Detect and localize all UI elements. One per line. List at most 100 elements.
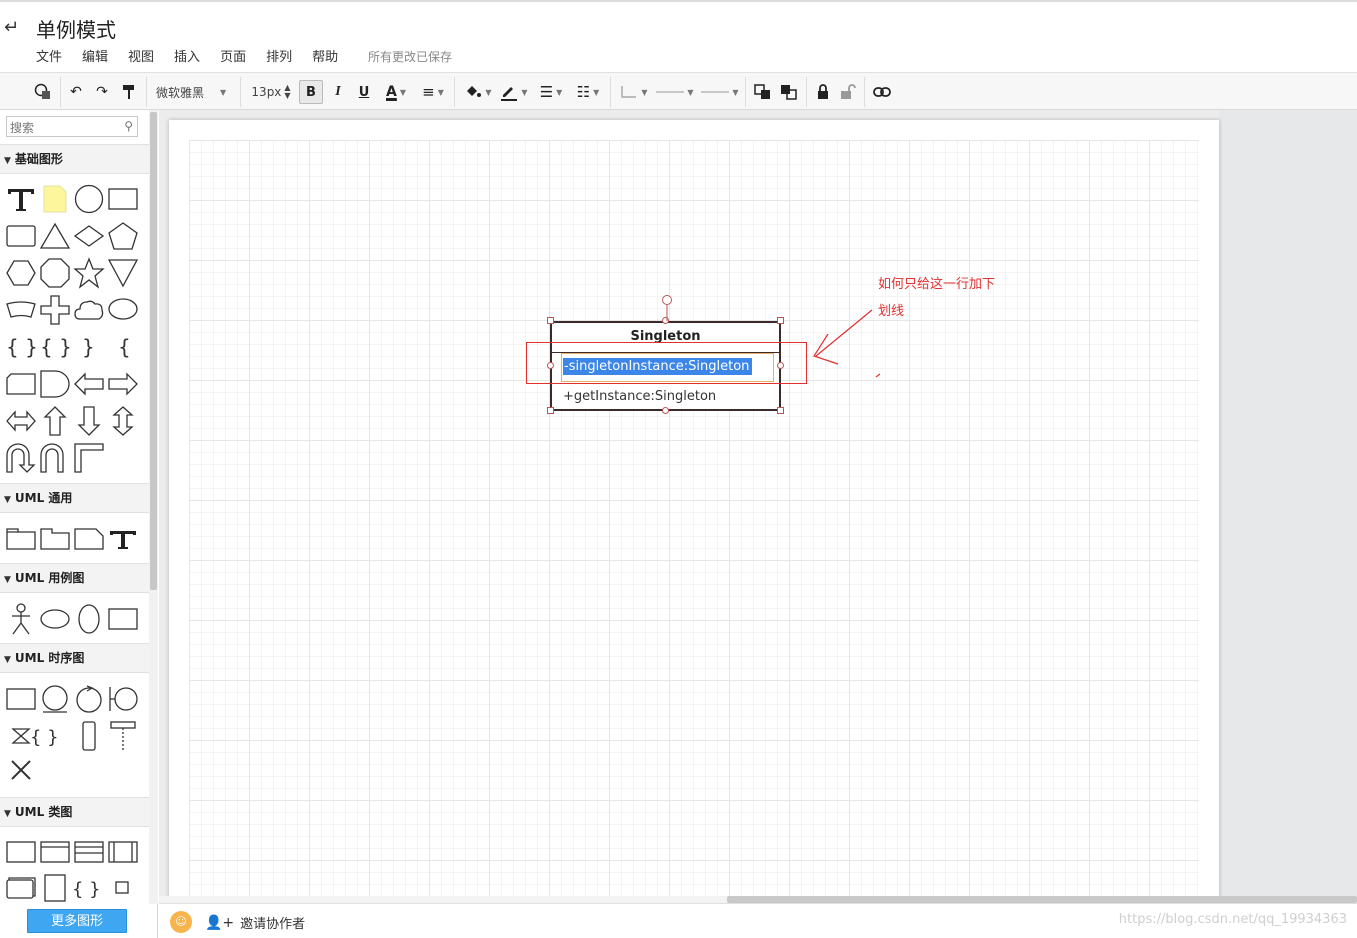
menu-insert[interactable]: 插入 bbox=[174, 46, 200, 65]
left-arrow-shape-icon[interactable] bbox=[72, 367, 106, 401]
uml-class-operation[interactable]: +getInstance:Singleton bbox=[563, 389, 716, 404]
u-turn-shape-icon[interactable] bbox=[38, 441, 72, 475]
card-shape-icon[interactable] bbox=[4, 367, 38, 401]
braces-shape-icon[interactable]: { } bbox=[4, 330, 38, 364]
vertical-ellipse-shape-icon[interactable] bbox=[72, 602, 106, 636]
menu-view[interactable]: 视图 bbox=[128, 46, 154, 65]
shape-search-input[interactable] bbox=[7, 118, 115, 138]
actor-shape-icon[interactable] bbox=[4, 602, 38, 636]
line-style-button[interactable]: ☷ ▼ bbox=[572, 80, 604, 104]
font-color-button[interactable]: A ▼ bbox=[380, 80, 412, 104]
corner-shape-icon[interactable] bbox=[72, 441, 106, 475]
lifeline-shape-icon[interactable] bbox=[106, 719, 140, 753]
back-arrow-icon[interactable]: ↵ bbox=[4, 18, 24, 38]
line-width-button[interactable]: ☰ ▼ bbox=[536, 80, 566, 104]
resize-handle-bottom-left[interactable] bbox=[547, 407, 554, 414]
uml-text-shape-icon[interactable] bbox=[106, 522, 140, 556]
star-shape-icon[interactable] bbox=[72, 256, 106, 290]
rounded-rect-shape-icon[interactable] bbox=[4, 219, 38, 253]
undo-icon[interactable]: ↶ bbox=[66, 80, 86, 104]
redo-icon[interactable]: ↷ bbox=[92, 80, 112, 104]
speech-bubble-shape-icon[interactable] bbox=[106, 293, 140, 327]
align-button[interactable]: ≡ ▼ bbox=[416, 80, 450, 104]
cross-shape-icon[interactable] bbox=[38, 293, 72, 327]
resize-handle-bottom[interactable] bbox=[662, 407, 669, 414]
menu-help[interactable]: 帮助 bbox=[312, 46, 338, 65]
invite-collaborator-button[interactable]: 👤+ 邀请协作者 bbox=[205, 913, 305, 933]
small-box-shape-icon[interactable] bbox=[106, 871, 140, 905]
class-simple-shape-icon[interactable] bbox=[4, 835, 38, 869]
control-shape-icon[interactable] bbox=[72, 682, 106, 716]
resize-handle-bottom-right[interactable] bbox=[777, 407, 784, 414]
up-arrow-shape-icon[interactable] bbox=[38, 404, 72, 438]
interface-shape-icon[interactable] bbox=[4, 871, 38, 905]
search-icon[interactable]: ⚲ bbox=[124, 119, 133, 133]
down-arrow-shape-icon[interactable] bbox=[72, 404, 106, 438]
connector-type-button[interactable]: ▼ bbox=[618, 80, 650, 104]
resize-handle-top-right[interactable] bbox=[777, 317, 784, 324]
cloud-shape-icon[interactable] bbox=[72, 293, 106, 327]
start-arrow-button[interactable]: ▼ bbox=[655, 80, 695, 104]
double-arrow-shape-icon[interactable] bbox=[4, 404, 38, 438]
document-title[interactable]: 单例模式 bbox=[36, 14, 116, 43]
class-column-shape-icon[interactable] bbox=[106, 835, 140, 869]
line-color-button[interactable]: ▼ bbox=[498, 80, 530, 104]
u-turn-arrow-shape-icon[interactable] bbox=[4, 441, 38, 475]
rectangle-shape-icon[interactable] bbox=[106, 182, 140, 216]
right-arrow-shape-icon[interactable] bbox=[106, 367, 140, 401]
text-shape-icon[interactable] bbox=[4, 182, 38, 216]
class-two-section-shape-icon[interactable] bbox=[38, 835, 72, 869]
menu-edit[interactable]: 编辑 bbox=[82, 46, 108, 65]
left-brace-shape-icon[interactable]: { bbox=[106, 330, 140, 364]
menu-file[interactable]: 文件 bbox=[36, 46, 62, 65]
link-icon[interactable] bbox=[870, 80, 894, 104]
rotate-handle[interactable] bbox=[660, 294, 674, 322]
bold-button[interactable]: B bbox=[299, 80, 323, 104]
canvas-horizontal-scrollbar-thumb[interactable] bbox=[727, 896, 1357, 903]
entity-shape-icon[interactable] bbox=[38, 682, 72, 716]
folder-shape-icon[interactable] bbox=[38, 522, 72, 556]
circle-shape-icon[interactable] bbox=[72, 182, 106, 216]
category-uml-class[interactable]: ▼ UML 类图 bbox=[0, 797, 149, 827]
format-painter-icon[interactable] bbox=[118, 80, 140, 104]
canvas-area[interactable] bbox=[159, 110, 1357, 896]
category-basic-shapes[interactable]: ▼ 基础图形 bbox=[0, 144, 149, 174]
vertical-double-arrow-shape-icon[interactable] bbox=[106, 404, 140, 438]
object-shape-icon[interactable] bbox=[4, 682, 38, 716]
cross-x-shape-icon[interactable] bbox=[4, 753, 38, 787]
hexagon-shape-icon[interactable] bbox=[4, 256, 38, 290]
octagon-shape-icon[interactable] bbox=[38, 256, 72, 290]
end-arrow-button[interactable]: ▼ bbox=[700, 80, 740, 104]
right-brace-shape-icon[interactable]: } bbox=[72, 330, 106, 364]
font-family-select[interactable]: 微软雅黑 ▼ bbox=[156, 80, 232, 104]
triangle-shape-icon[interactable] bbox=[38, 219, 72, 253]
class-brace-shape-icon[interactable]: { } bbox=[68, 871, 102, 905]
note-shape-icon[interactable] bbox=[38, 182, 72, 216]
category-uml-sequence[interactable]: ▼ UML 时序图 bbox=[0, 643, 149, 673]
unlock-icon[interactable] bbox=[837, 80, 859, 104]
brace-pair-shape-icon[interactable]: { } bbox=[38, 330, 72, 364]
send-to-back-icon[interactable] bbox=[778, 80, 800, 104]
pentagon-shape-icon[interactable] bbox=[106, 219, 140, 253]
resize-handle-top-left[interactable] bbox=[547, 317, 554, 324]
document-shape-icon[interactable] bbox=[72, 522, 106, 556]
font-size-select[interactable]: 13px ▲ ▼ bbox=[250, 80, 292, 104]
menu-arrange[interactable]: 排列 bbox=[266, 46, 292, 65]
banner-shape-icon[interactable] bbox=[4, 293, 38, 327]
system-boundary-shape-icon[interactable] bbox=[106, 602, 140, 636]
canvas-horizontal-scrollbar[interactable] bbox=[159, 896, 1357, 903]
package-shape-icon[interactable] bbox=[4, 522, 38, 556]
activation-shape-icon[interactable] bbox=[72, 719, 106, 753]
style-icon[interactable] bbox=[32, 80, 54, 104]
user-avatar[interactable]: ☺ bbox=[170, 911, 192, 933]
canvas-grid[interactable] bbox=[189, 140, 1199, 896]
bring-to-front-icon[interactable] bbox=[752, 80, 774, 104]
fill-color-button[interactable]: ▼ bbox=[461, 80, 495, 104]
use-case-shape-icon[interactable] bbox=[38, 602, 72, 636]
category-uml-general[interactable]: ▼ UML 通用 bbox=[0, 483, 149, 513]
fragment-brace-shape-icon[interactable]: { } bbox=[26, 719, 60, 753]
italic-button[interactable]: I bbox=[328, 80, 348, 104]
sidebar-scrollbar-thumb[interactable] bbox=[150, 112, 157, 590]
underline-button[interactable]: U bbox=[354, 80, 374, 104]
inverted-triangle-shape-icon[interactable] bbox=[106, 256, 140, 290]
